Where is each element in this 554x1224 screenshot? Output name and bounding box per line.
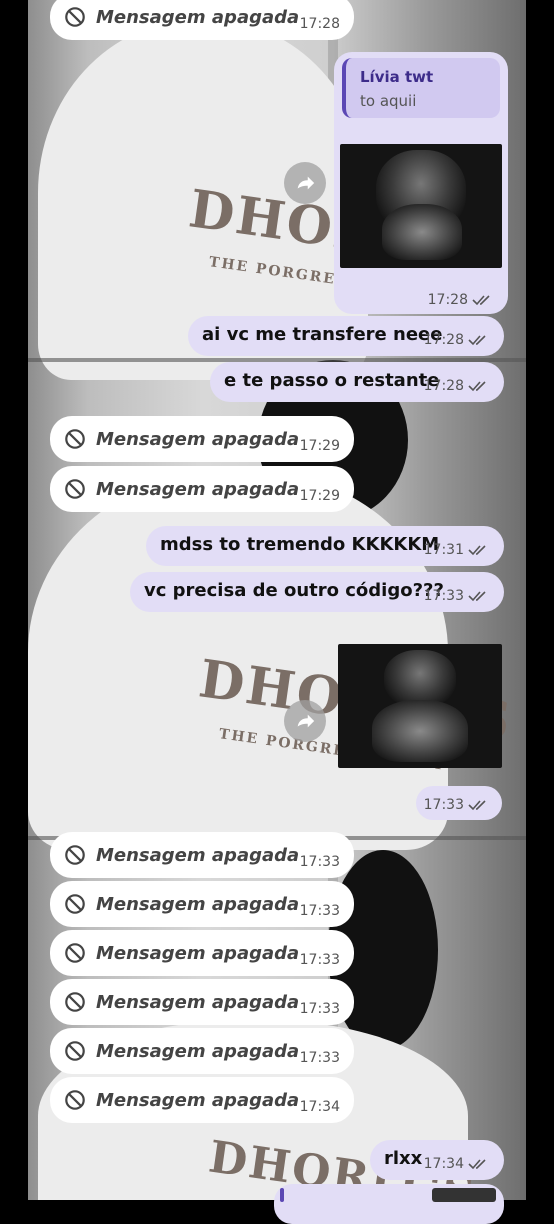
deleted-label: Mensagem apagada: [96, 1040, 300, 1062]
deleted-message[interactable]: Mensagem apagada 17:33: [50, 930, 354, 976]
message-time: 17:29: [299, 488, 340, 504]
message-time: 17:33: [299, 1050, 340, 1066]
ban-icon: [65, 1041, 85, 1061]
message-time: 17:33: [299, 854, 340, 870]
double-check-icon: [468, 800, 486, 811]
deleted-message[interactable]: Mensagem apagada 17:28: [50, 0, 354, 40]
ban-icon: [65, 992, 85, 1012]
ban-icon: [65, 894, 85, 914]
outgoing-message[interactable]: rlxx 17:34: [370, 1140, 504, 1180]
message-time: 17:33: [423, 588, 464, 604]
outgoing-message[interactable]: ai vc me transfere neee 17:28: [188, 316, 504, 356]
deleted-message[interactable]: Mensagem apagada 17:33: [50, 1028, 354, 1074]
ban-icon: [65, 479, 85, 499]
message-time: 17:28: [299, 16, 340, 32]
ban-icon: [65, 943, 85, 963]
message-text: ai vc me transfere neee: [202, 324, 443, 345]
ban-icon: [65, 845, 85, 865]
deleted-message[interactable]: Mensagem apagada 17:33: [50, 832, 354, 878]
double-check-icon: [468, 335, 486, 346]
reply-quote[interactable]: Lívia twt to aquii: [342, 58, 500, 118]
message-time: 17:28: [423, 378, 464, 394]
quote-text: to aquii: [360, 92, 417, 110]
ban-icon: [65, 7, 85, 27]
message-time: 17:33: [423, 797, 464, 813]
outgoing-message[interactable]: mdss to tremendo KKKKKM 17:31: [146, 526, 504, 566]
outgoing-message[interactable]: e te passo o restante 17:28: [210, 362, 504, 402]
message-time: 17:33: [299, 1001, 340, 1017]
ban-icon: [65, 1090, 85, 1110]
outgoing-image-message[interactable]: Lívia twt to aquii 17:28: [334, 52, 508, 314]
message-time: 17:34: [423, 1156, 464, 1172]
double-check-icon: [468, 545, 486, 556]
deleted-message[interactable]: Mensagem apagada 17:34: [50, 1077, 354, 1123]
double-check-icon: [468, 381, 486, 392]
deleted-message[interactable]: Mensagem apagada 17:29: [50, 466, 354, 512]
message-text: rlxx: [384, 1148, 423, 1169]
deleted-label: Mensagem apagada: [96, 6, 300, 28]
outgoing-message[interactable]: vc precisa de outro código??? 17:33: [130, 572, 504, 612]
message-text: vc precisa de outro código???: [144, 580, 444, 601]
quote-sender: Lívia twt: [360, 68, 434, 86]
deleted-label: Mensagem apagada: [96, 478, 300, 500]
outgoing-message-partial[interactable]: [274, 1184, 504, 1224]
double-check-icon: [472, 295, 490, 306]
message-time: 17:34: [299, 1099, 340, 1115]
ban-icon: [65, 429, 85, 449]
double-check-icon: [468, 591, 486, 602]
deleted-label: Mensagem apagada: [96, 942, 300, 964]
message-text: mdss to tremendo KKKKKM: [160, 534, 440, 555]
message-time: 17:31: [423, 542, 464, 558]
message-time: 17:29: [299, 438, 340, 454]
deleted-label: Mensagem apagada: [96, 428, 300, 450]
image-time-chip: 17:33: [416, 786, 502, 820]
message-time: 17:28: [427, 292, 468, 308]
deleted-message[interactable]: Mensagem apagada 17:33: [50, 979, 354, 1025]
deleted-label: Mensagem apagada: [96, 844, 300, 866]
message-text: e te passo o restante: [224, 370, 440, 391]
message-time: 17:33: [299, 952, 340, 968]
message-time: 17:33: [299, 903, 340, 919]
deleted-message[interactable]: Mensagem apagada 17:29: [50, 416, 354, 462]
deleted-label: Mensagem apagada: [96, 991, 300, 1013]
message-time: 17:28: [423, 332, 464, 348]
double-check-icon: [468, 1159, 486, 1170]
photo-attachment[interactable]: [338, 644, 502, 768]
forward-icon[interactable]: [284, 162, 326, 204]
forward-icon[interactable]: [284, 700, 326, 742]
deleted-label: Mensagem apagada: [96, 1089, 300, 1111]
deleted-message[interactable]: Mensagem apagada 17:33: [50, 881, 354, 927]
deleted-label: Mensagem apagada: [96, 893, 300, 915]
photo-attachment[interactable]: [340, 144, 502, 268]
